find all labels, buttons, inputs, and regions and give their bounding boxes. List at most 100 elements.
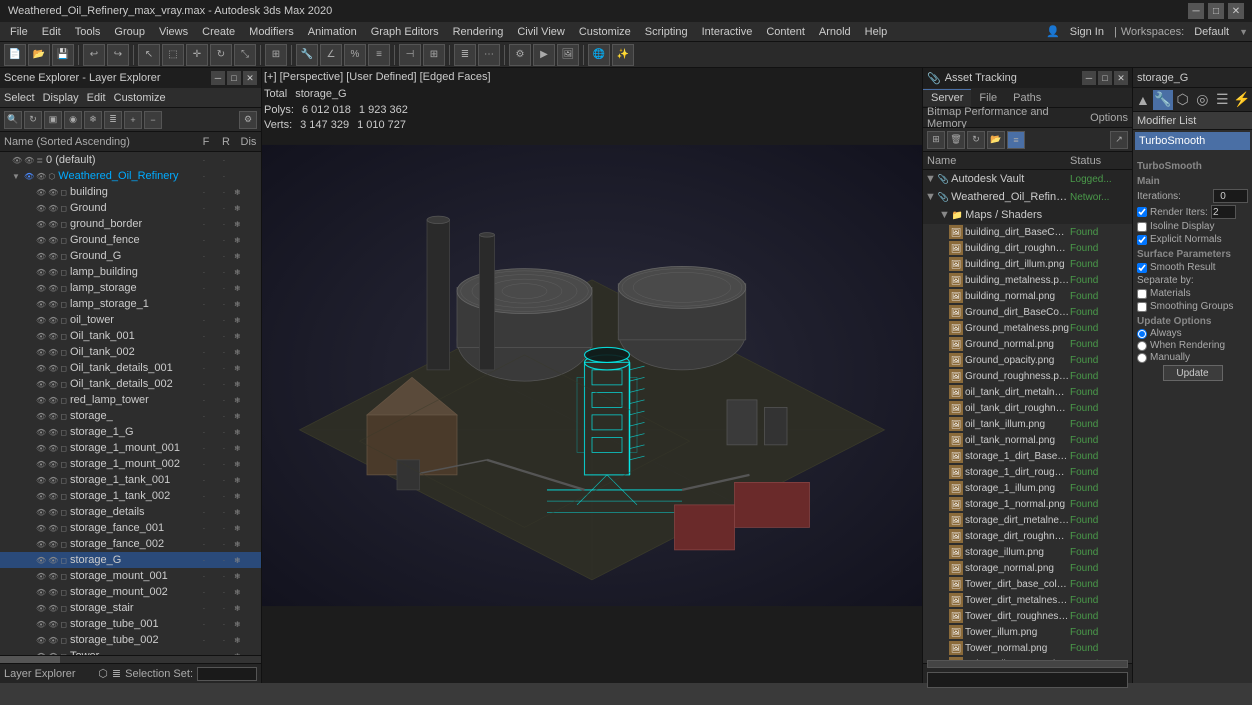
se-refresh-btn[interactable]: ↻ [24,111,42,129]
mp-tab-motion[interactable]: ◎ [1192,90,1212,110]
at-tab-file[interactable]: File [971,90,1005,106]
se-list-item[interactable]: 👁 👁 ◻ storage_fance_001 · · ❄ [0,520,261,536]
at-subgroup[interactable]: ▼ 📁 Maps / Shaders [923,206,1132,224]
se-list-item[interactable]: ▼ 👁 👁 ⬡ Weathered_Oil_Refinery · · [0,168,261,184]
angle-snap-btn[interactable]: ∠ [320,44,342,66]
se-list-item[interactable]: 👁 👁 ◻ storage_tube_002 · · ❄ [0,632,261,648]
se-list-item[interactable]: 👁 👁 ◻ Oil_tank_details_001 · · ❄ [0,360,261,376]
save-btn[interactable]: 💾 [52,44,74,66]
mp-smooth-check[interactable] [1137,263,1147,273]
se-filter-btn[interactable]: 🔍 [4,111,22,129]
mp-tab-modify[interactable]: 🔧 [1153,90,1173,110]
at-file-item[interactable]: 🖼 oil_tank_dirt_metalness.png Found [923,384,1132,400]
menu-group[interactable]: Group [108,25,151,39]
mp-iterations-input[interactable] [1213,189,1248,203]
mp-turbsmooth-item[interactable]: TurboSmooth [1135,132,1250,150]
se-list-item[interactable]: 👁 👁 ≣ 0 (default) · · [0,152,261,168]
sign-in-btn[interactable]: Sign In [1064,25,1110,39]
se-list-item[interactable]: 👁 👁 ◻ Oil_tank_details_002 · · ❄ [0,376,261,392]
se-list-item[interactable]: 👁 👁 ◻ red_lamp_tower · · ❄ [0,392,261,408]
maximize-btn[interactable]: □ [1208,3,1224,19]
se-list-item[interactable]: 👁 👁 ◻ Ground_G · · ❄ [0,248,261,264]
se-display[interactable]: Display [43,92,79,104]
menu-customize[interactable]: Customize [573,25,637,39]
minimize-btn[interactable]: ─ [1188,3,1204,19]
se-list-item[interactable]: 👁 👁 ◻ storage_tube_001 · · ❄ [0,616,261,632]
at-group-item[interactable]: ▼ 📎 Autodesk Vault Logged... [923,170,1132,188]
at-file-item[interactable]: 🖼 Tower_dirt_base_color.png Found [923,576,1132,592]
select-region-btn[interactable]: ⬚ [162,44,184,66]
menu-help[interactable]: Help [859,25,894,39]
mp-tab-utilities[interactable]: ⚡ [1232,90,1252,110]
environment-btn[interactable]: 🌐 [588,44,610,66]
menu-edit[interactable]: Edit [36,25,67,39]
mp-when-rendering-radio[interactable] [1137,341,1147,351]
se-select-all-btn[interactable]: ▣ [44,111,62,129]
mp-render-iters-input[interactable] [1211,205,1236,219]
mp-render-iters-check[interactable] [1137,207,1147,217]
mp-tab-hierarchy[interactable]: ⬡ [1173,90,1193,110]
at-max-btn[interactable]: □ [1098,71,1112,85]
render-setup-btn[interactable]: ⚙ [509,44,531,66]
se-list-item[interactable]: 👁 👁 ◻ Tower · · ❄ [0,648,261,655]
se-list-item[interactable]: 👁 👁 ◻ building · · ❄ [0,184,261,200]
mp-explicit-check[interactable] [1137,235,1147,245]
at-file-item[interactable]: 🖼 storage_dirt_roughness.png Found [923,528,1132,544]
move-btn[interactable]: ✛ [186,44,208,66]
menu-content[interactable]: Content [760,25,811,39]
at-group-item[interactable]: ▼ 📎 Weathered_Oil_Refinery_max_vray.max … [923,188,1132,206]
se-list-item[interactable]: 👁 👁 ◻ Oil_tank_002 · · ❄ [0,344,261,360]
at-file-item[interactable]: 🖼 building_dirt_illum.png Found [923,256,1132,272]
se-settings-btn[interactable]: ⚙ [239,111,257,129]
menu-views[interactable]: Views [153,25,194,39]
se-scrollbar[interactable] [0,655,261,663]
mp-tab-display[interactable]: ▲ [1133,90,1153,110]
menu-scripting[interactable]: Scripting [639,25,694,39]
se-list-item[interactable]: 👁 👁 ◻ storage_1_tank_001 · · ❄ [0,472,261,488]
snap-btn[interactable]: 🔧 [296,44,318,66]
at-search-input[interactable] [927,672,1128,688]
se-list-item[interactable]: 👁 👁 ◻ storage_fance_002 · · ❄ [0,536,261,552]
se-list-item[interactable]: 👁 👁 ◻ storage_mount_002 · · ❄ [0,584,261,600]
at-btn5[interactable]: ≡ [1007,131,1025,149]
se-edit[interactable]: Edit [87,92,106,104]
se-hide-btn[interactable]: ◉ [64,111,82,129]
mp-always-radio[interactable] [1137,329,1147,339]
mp-tab-display2[interactable]: ☰ [1212,90,1232,110]
percent-snap-btn[interactable]: % [344,44,366,66]
ribbon-btn[interactable]: ⋯ [478,44,500,66]
align-btn[interactable]: ⊞ [423,44,445,66]
at-options[interactable]: Options [1090,112,1128,124]
se-list-item[interactable]: 👁 👁 ◻ storage_G · · ❄ [0,552,261,568]
menu-tools[interactable]: Tools [69,25,107,39]
se-list-item[interactable]: 👁 👁 ◻ Ground · · ❄ [0,200,261,216]
se-max-btn[interactable]: □ [227,71,241,85]
se-select[interactable]: Select [4,92,35,104]
workspaces-btn[interactable]: Default [1188,25,1235,39]
at-bitmap-perf[interactable]: Bitmap Performance and Memory [927,106,1082,130]
at-file-item[interactable]: 🖼 storage_1_illum.png Found [923,480,1132,496]
menu-modifiers[interactable]: Modifiers [243,25,300,39]
at-file-item[interactable]: 🖼 oil_tank_dirt_roughness.png Found [923,400,1132,416]
at-file-item[interactable]: 🖼 building_dirt_BaseColor.png Found [923,224,1132,240]
at-file-item[interactable]: 🖼 Ground_roughness.png Found [923,368,1132,384]
rotate-btn[interactable]: ↻ [210,44,232,66]
at-file-item[interactable]: 🖼 Tower_dirt_metalness.png Found [923,592,1132,608]
layer-btn[interactable]: ≣ [454,44,476,66]
se-list-item[interactable]: 👁 👁 ◻ ground_border · · ❄ [0,216,261,232]
se-close-btn[interactable]: ✕ [243,71,257,85]
at-file-item[interactable]: 🖼 storage_1_dirt_Base_Color.png Found [923,448,1132,464]
at-file-item[interactable]: 🖼 building_metalness.png Found [923,272,1132,288]
at-file-item[interactable]: 🖼 Tower_dirt_roughness.png Found [923,608,1132,624]
at-file-item[interactable]: 🖼 Ground_dirt_BaseColor.png Found [923,304,1132,320]
se-list-item[interactable]: 👁 👁 ◻ storage_1_mount_001 · · ❄ [0,440,261,456]
se-add-btn[interactable]: + [124,111,142,129]
se-list-item[interactable]: 👁 👁 ◻ lamp_storage_1 · · ❄ [0,296,261,312]
se-list-item[interactable]: 👁 👁 ◻ storage_mount_001 · · ❄ [0,568,261,584]
se-list-item[interactable]: 👁 👁 ◻ storage_1_tank_002 · · ❄ [0,488,261,504]
menu-civil-view[interactable]: Civil View [511,25,570,39]
select-btn[interactable]: ↖ [138,44,160,66]
menu-create[interactable]: Create [196,25,241,39]
menu-interactive[interactable]: Interactive [696,25,759,39]
at-file-item[interactable]: 🖼 Ground_opacity.png Found [923,352,1132,368]
